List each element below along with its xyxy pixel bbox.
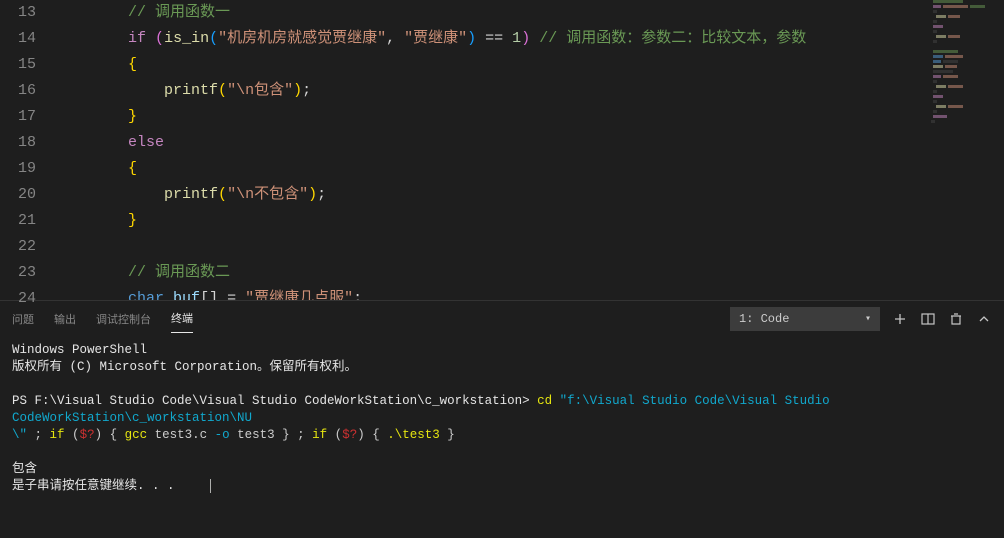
terminal-text: ( xyxy=(65,428,80,442)
panel-tab-bar: 问题 输出 调试控制台 终端 1: Code ▾ xyxy=(0,301,1004,336)
terminal-text: } xyxy=(440,428,455,442)
terminal-selector-dropdown[interactable]: 1: Code ▾ xyxy=(730,307,880,331)
terminal-output[interactable]: Windows PowerShell 版权所有 (C) Microsoft Co… xyxy=(0,336,1004,538)
maximize-panel-button[interactable] xyxy=(976,311,992,327)
terminal-if: if xyxy=(312,428,327,442)
terminal-prompt: PS F:\Visual Studio Code\Visual Studio C… xyxy=(12,394,537,408)
split-terminal-button[interactable] xyxy=(920,311,936,327)
terminal-sep: ; xyxy=(27,428,50,442)
terminal-text: test3.c xyxy=(147,428,215,442)
terminal-gcc: gcc xyxy=(125,428,148,442)
code-editor[interactable]: 131415161718192021222324 // 调用函数一 if (is… xyxy=(0,0,1004,300)
code-line[interactable]: } xyxy=(56,208,1004,234)
terminal-run: .\test3 xyxy=(387,428,440,442)
terminal-text: ) { xyxy=(95,428,125,442)
terminal-var: $? xyxy=(80,428,95,442)
code-line[interactable]: printf("\n不包含"); xyxy=(56,182,1004,208)
code-line[interactable]: char buf[] = "贾继康几点服"; xyxy=(56,286,1004,300)
terminal-output-line: 包含 xyxy=(12,462,37,476)
tab-output[interactable]: 输出 xyxy=(54,305,76,333)
editor-scrollbar[interactable] xyxy=(990,0,1004,300)
code-line[interactable]: { xyxy=(56,156,1004,182)
terminal-flag: -o xyxy=(215,428,230,442)
line-number-gutter: 131415161718192021222324 xyxy=(0,0,56,300)
code-line[interactable]: } xyxy=(56,104,1004,130)
terminal-cmd: cd xyxy=(537,394,552,408)
terminal-cont: \" xyxy=(12,428,27,442)
panel: 问题 输出 调试控制台 终端 1: Code ▾ Windows PowerSh… xyxy=(0,300,1004,538)
chevron-down-icon: ▾ xyxy=(865,313,871,325)
code-line[interactable] xyxy=(56,234,1004,260)
code-line[interactable]: printf("\n包含"); xyxy=(56,78,1004,104)
tab-terminal[interactable]: 终端 xyxy=(171,304,193,333)
new-terminal-button[interactable] xyxy=(892,311,908,327)
tab-debug-console[interactable]: 调试控制台 xyxy=(96,305,151,333)
code-content[interactable]: // 调用函数一 if (is_in("机房机房就感觉贾继康", "贾继康") … xyxy=(56,0,1004,300)
code-line[interactable]: if (is_in("机房机房就感觉贾继康", "贾继康") == 1) // … xyxy=(56,26,1004,52)
terminal-text: ) { xyxy=(357,428,387,442)
terminal-line: 版权所有 (C) Microsoft Corporation。保留所有权利。 xyxy=(12,360,357,374)
terminal-output-line: 是子串请按任意键继续. . . xyxy=(12,479,175,493)
code-line[interactable]: { xyxy=(56,52,1004,78)
terminal-line: Windows PowerShell xyxy=(12,343,147,357)
terminal-var: $? xyxy=(342,428,357,442)
code-line[interactable]: else xyxy=(56,130,1004,156)
code-line[interactable]: // 调用函数一 xyxy=(56,0,1004,26)
terminal-selector-value: 1: Code xyxy=(739,312,789,326)
terminal-if: if xyxy=(50,428,65,442)
terminal-cursor xyxy=(210,479,211,493)
kill-terminal-button[interactable] xyxy=(948,311,964,327)
minimap[interactable] xyxy=(928,0,988,300)
terminal-text: test3 } ; xyxy=(230,428,313,442)
terminal-text: ( xyxy=(327,428,342,442)
code-line[interactable]: // 调用函数二 xyxy=(56,260,1004,286)
